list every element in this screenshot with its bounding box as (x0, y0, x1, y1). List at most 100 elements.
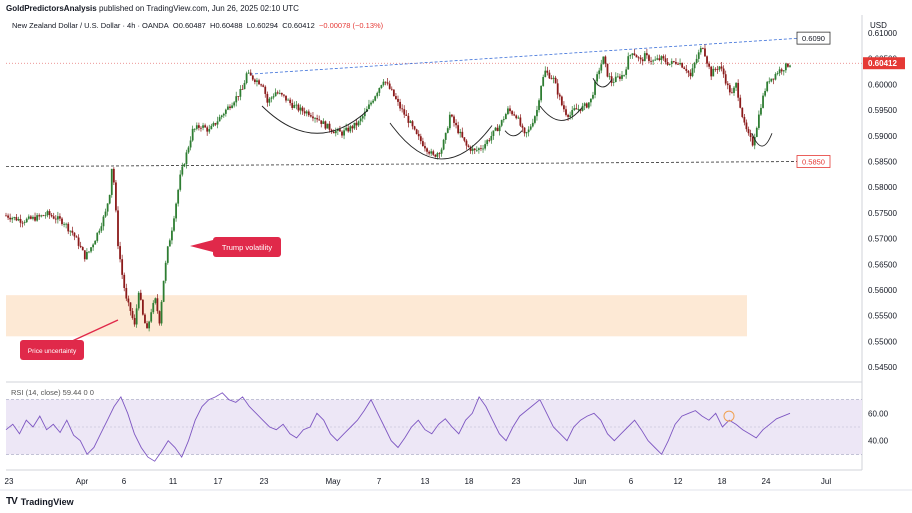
candle-body (745, 122, 748, 130)
candle-body (486, 140, 489, 145)
rsi-tick-label: 40.00 (868, 437, 889, 446)
candle-body (658, 58, 661, 61)
candle-body (602, 56, 605, 65)
candle-body (210, 125, 213, 130)
candle-body (569, 115, 572, 117)
candle-body (459, 131, 462, 134)
candle-body (144, 314, 146, 324)
candle-body (689, 72, 692, 77)
candle-body (581, 105, 584, 111)
candle-body (430, 151, 433, 154)
candle-body (677, 63, 679, 65)
candle-body (299, 107, 302, 111)
candle-body (146, 323, 148, 329)
price-tick-label: 0.55000 (868, 337, 897, 346)
time-tick-label: 23 (5, 477, 14, 486)
candle-body (411, 121, 414, 127)
candle-body (739, 97, 742, 108)
time-tick-label: 18 (465, 477, 474, 486)
candle-body (36, 215, 39, 221)
candle-body (46, 211, 49, 216)
time-tick-label: Jun (574, 477, 587, 486)
candle-body (421, 141, 424, 147)
candle-body (504, 114, 507, 120)
candle-body (687, 70, 690, 73)
candle-body (529, 126, 532, 130)
candle-body (782, 70, 785, 72)
candle-body (523, 127, 526, 134)
candle-body (65, 223, 68, 225)
candle-body (563, 105, 565, 110)
candle-body (728, 85, 731, 93)
candle-body (741, 107, 744, 117)
candle-body (162, 280, 165, 302)
candle-body (434, 154, 437, 157)
candle-body (482, 148, 484, 150)
candle-body (403, 109, 406, 115)
candle-body (507, 108, 509, 115)
candle-body (531, 122, 534, 127)
last-price-tag: 0.60412 (868, 59, 897, 68)
candle-body (27, 216, 30, 219)
candle-body (171, 230, 173, 241)
candle-body (355, 122, 358, 126)
candle-body (432, 151, 435, 155)
candle-body (322, 121, 325, 124)
candle-body (52, 216, 55, 219)
candle-body (328, 123, 331, 130)
candle-body (444, 132, 447, 140)
candle-body (137, 292, 140, 309)
candle-body (448, 114, 451, 129)
candle-body (662, 56, 665, 59)
candle-body (123, 274, 126, 288)
price-chart[interactable]: 0.6090 0.5850 Trump volatility Price uncer… (0, 0, 912, 513)
candle-body (312, 116, 314, 119)
candle-body (214, 123, 217, 125)
candle-body (556, 83, 559, 95)
candle-body (612, 82, 615, 83)
candle-body (222, 113, 225, 116)
candle-body (455, 122, 457, 126)
candle-body (757, 114, 760, 128)
candle-body (23, 222, 26, 223)
candle-body (502, 119, 505, 121)
candle-body (672, 61, 675, 63)
candle-body (54, 218, 57, 220)
candle-body (453, 116, 455, 123)
candle-body (664, 58, 667, 63)
candle-body (681, 63, 684, 68)
candle-body (50, 215, 53, 217)
candle-body (77, 237, 80, 246)
candle-body (239, 89, 242, 97)
candle-body (160, 301, 163, 324)
price-tick-label: 0.59000 (868, 132, 897, 141)
candle-body (436, 153, 439, 157)
candle-body (407, 115, 410, 123)
candle-body (604, 56, 607, 64)
rounded-bottom-arc (539, 105, 583, 121)
candle-body (359, 118, 362, 122)
candle-body (125, 287, 128, 299)
candle-body (73, 232, 76, 237)
candle-body (368, 104, 370, 109)
support-trendline (5, 161, 801, 168)
candle-body (110, 168, 113, 195)
candle-body (63, 223, 65, 225)
candle-body (106, 203, 109, 212)
candle-body (699, 48, 702, 53)
candle-body (560, 96, 563, 106)
candle-body (600, 64, 603, 71)
candle-body (152, 302, 155, 313)
candle-body (397, 98, 399, 102)
candle-body (189, 140, 192, 148)
candle-body (183, 164, 186, 167)
candle-body (272, 96, 275, 98)
candle-body (133, 317, 136, 325)
price-tick-label: 0.59500 (868, 106, 897, 115)
candle-body (747, 129, 750, 134)
candle-body (395, 96, 397, 99)
candle-body (17, 218, 20, 221)
candle-body (637, 57, 640, 59)
time-tick-label: 13 (421, 477, 430, 486)
candle-body (334, 130, 337, 134)
